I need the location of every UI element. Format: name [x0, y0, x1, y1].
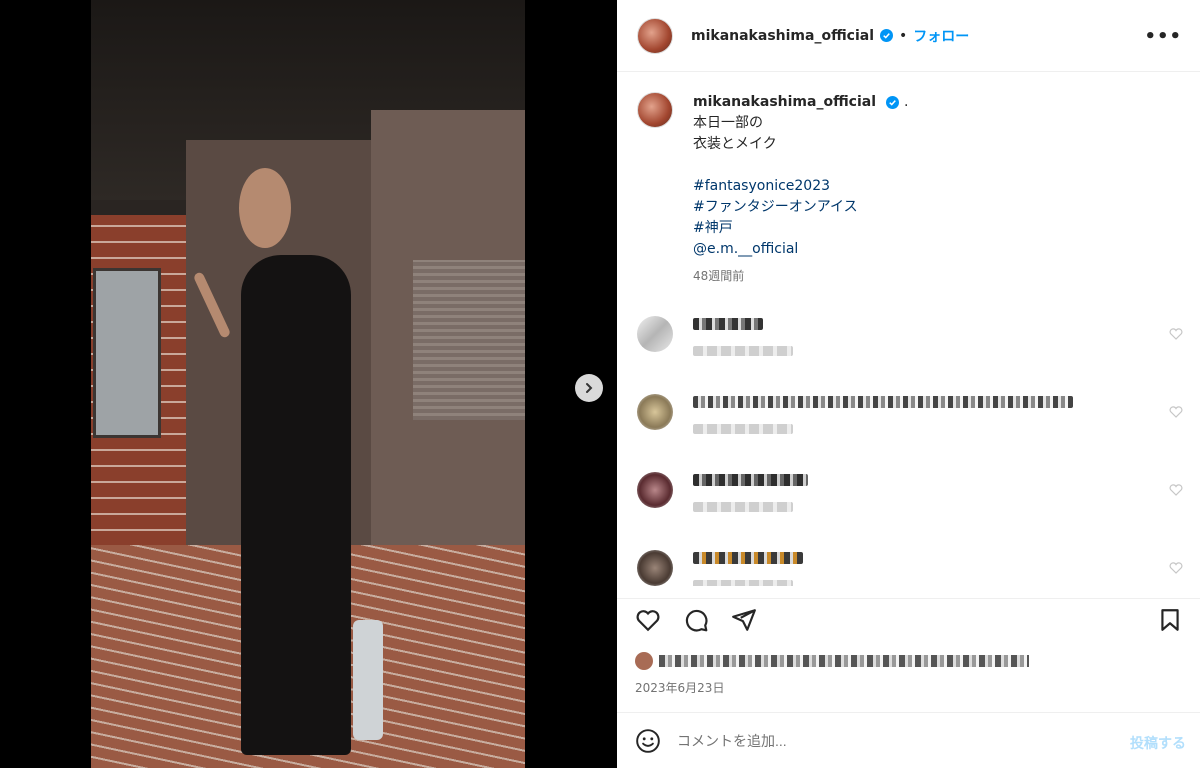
post-panel: mikanakashima_official • フォロー ••• mikana…	[617, 0, 1200, 768]
heart-icon[interactable]	[1169, 484, 1183, 496]
post-header: mikanakashima_official • フォロー •••	[617, 0, 1200, 72]
caption-timestamp[interactable]: 48週間前	[693, 266, 1173, 287]
comment-item	[637, 472, 1187, 532]
caption-trailing: .	[903, 94, 909, 110]
comment-item	[637, 550, 1187, 586]
heart-icon[interactable]	[1169, 328, 1183, 340]
caption-avatar[interactable]	[637, 92, 673, 128]
more-options-icon[interactable]: •••	[1144, 26, 1182, 47]
heart-icon[interactable]	[1169, 562, 1183, 574]
bookmark-icon[interactable]	[1157, 607, 1183, 633]
comment-text-obscured	[693, 552, 803, 564]
chevron-right-icon	[586, 383, 593, 393]
emoji-icon[interactable]	[635, 728, 661, 754]
comment-text-obscured	[693, 474, 808, 486]
likes-text-obscured	[659, 655, 1029, 667]
caption-body: mikanakashima_official . 本日一部の 衣装とメイク #f…	[693, 92, 1173, 287]
photo-window	[93, 268, 161, 438]
caption-line: 衣装とメイク	[693, 136, 777, 152]
comment-input[interactable]	[677, 732, 1077, 749]
photo-figure-head	[239, 168, 291, 248]
verified-badge-icon	[886, 95, 900, 109]
caption-line: 本日一部の	[693, 115, 763, 131]
hashtag-link[interactable]: #ファンタジーオンアイス	[693, 197, 1173, 218]
liker-avatar	[635, 652, 653, 670]
action-bar	[617, 598, 1200, 638]
share-icon[interactable]	[731, 607, 757, 633]
hashtag-link[interactable]: #fantasyonice2023	[693, 176, 1173, 197]
comment-meta-obscured	[693, 424, 793, 434]
header-username[interactable]: mikanakashima_official	[691, 28, 874, 44]
comment-meta-obscured	[693, 502, 793, 512]
follow-button[interactable]: フォロー	[913, 26, 969, 46]
comment-avatar[interactable]	[637, 394, 673, 430]
comment-avatar[interactable]	[637, 316, 673, 352]
comment-meta-obscured	[693, 346, 793, 356]
comment-meta-obscured	[693, 580, 793, 586]
post-photo[interactable]	[91, 0, 525, 768]
next-photo-button[interactable]	[575, 374, 603, 402]
photo-figure-boot	[353, 620, 383, 740]
media-pane	[0, 0, 617, 768]
photo-figure-dress	[241, 255, 351, 755]
comment-item	[637, 316, 1187, 376]
add-comment-bar: 投稿する	[617, 712, 1200, 768]
heart-icon[interactable]	[1169, 406, 1183, 418]
photo-shutter	[413, 260, 525, 420]
comment-text-obscured	[693, 318, 763, 330]
post-comment-button[interactable]: 投稿する	[1130, 733, 1186, 753]
post-date: 2023年6月23日	[635, 681, 725, 695]
verified-badge-icon	[880, 29, 894, 42]
comment-text-obscured	[693, 396, 1073, 408]
heart-icon[interactable]	[635, 607, 661, 633]
mention-link[interactable]: @e.m.__official	[693, 239, 1173, 260]
header-separator: •	[899, 27, 908, 44]
hashtag-link[interactable]: #神戸	[693, 218, 1173, 239]
avatar[interactable]	[637, 17, 673, 54]
comment-avatar[interactable]	[637, 472, 673, 508]
comment-item	[637, 394, 1187, 454]
likes-summary[interactable]	[635, 652, 1029, 670]
comment-icon[interactable]	[683, 607, 709, 633]
comment-avatar[interactable]	[637, 550, 673, 586]
caption-username[interactable]: mikanakashima_official	[693, 94, 876, 110]
